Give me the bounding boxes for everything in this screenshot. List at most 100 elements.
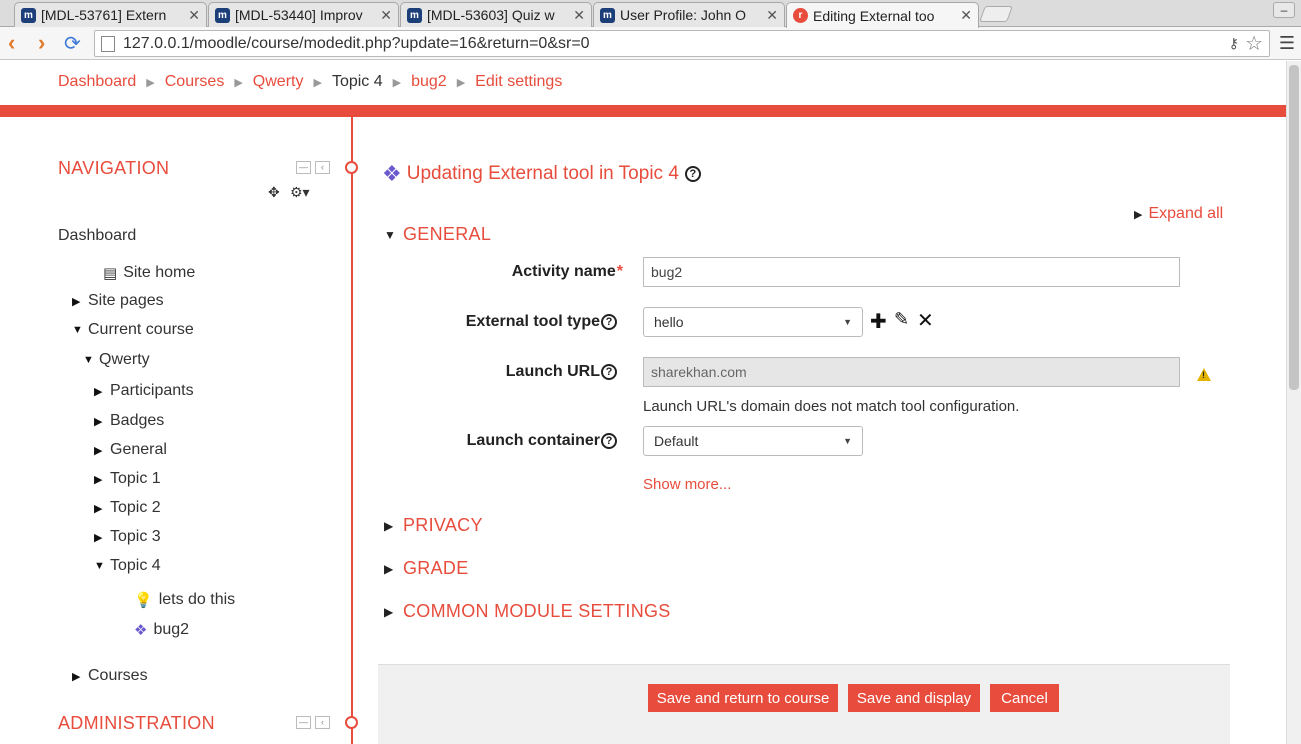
- window-minimize-button[interactable]: –: [1273, 2, 1295, 18]
- breadcrumb-qwerty[interactable]: Qwerty: [253, 73, 304, 91]
- page-title: ❖ Updating External tool in Topic 4 ?: [382, 161, 701, 187]
- scrollbar-thumb[interactable]: [1289, 65, 1299, 390]
- close-icon[interactable]: ✕: [960, 7, 972, 24]
- browser-tab-5[interactable]: r Editing External too ✕: [786, 2, 979, 28]
- nav-item-general[interactable]: ▶ General: [94, 441, 167, 459]
- nav-label: Dashboard: [58, 227, 137, 244]
- nav-item-current-course[interactable]: ▼ Current course: [72, 321, 194, 339]
- close-icon[interactable]: ✕: [573, 7, 585, 24]
- block-collapse-icon[interactable]: ‹: [315, 161, 330, 174]
- close-icon[interactable]: ✕: [766, 7, 778, 24]
- header-accent-bar: [0, 105, 1286, 117]
- nav-item-badges[interactable]: ▶ Badges: [94, 412, 164, 430]
- collapse-arrow-icon: ▼: [83, 354, 94, 366]
- nav-label: Current course: [88, 321, 194, 338]
- section-grade-header[interactable]: ▶ GRADE: [384, 558, 469, 579]
- breadcrumb-separator-icon: ▶: [392, 76, 402, 89]
- edit-pencil-icon[interactable]: ✎: [894, 309, 909, 330]
- breadcrumb-bug2[interactable]: bug2: [411, 73, 447, 91]
- nav-label: Badges: [110, 412, 165, 429]
- help-icon[interactable]: ?: [601, 314, 617, 330]
- expand-all-link[interactable]: ▶ Expand all: [1134, 205, 1223, 223]
- nav-item-site-home[interactable]: ▤ Site home: [103, 264, 195, 282]
- new-tab-button[interactable]: [979, 6, 1013, 22]
- nav-item-lets-do-this[interactable]: 💡 lets do this: [134, 591, 235, 609]
- page-content: Dashboard ▶ Courses ▶ Qwerty ▶ Topic 4 ▶…: [0, 61, 1286, 744]
- expand-arrow-icon: ▶: [94, 531, 103, 544]
- key-icon[interactable]: ⚷: [1229, 35, 1239, 52]
- reload-icon[interactable]: ⟳: [64, 31, 81, 56]
- external-tool-type-select[interactable]: hello ▼: [643, 307, 863, 337]
- launch-url-input[interactable]: sharekhan.com: [643, 357, 1180, 387]
- page-scrollbar[interactable]: [1286, 61, 1301, 744]
- block-collapse-icon[interactable]: ‹: [315, 716, 330, 729]
- add-icon[interactable]: ✚: [870, 309, 887, 334]
- nav-item-topic4[interactable]: ▼ Topic 4: [94, 557, 161, 575]
- nav-label: Topic 2: [110, 499, 161, 516]
- section-general-header[interactable]: ▼ GENERAL: [384, 224, 491, 245]
- cancel-button[interactable]: Cancel: [990, 684, 1059, 712]
- block-dock-icon[interactable]: —: [296, 161, 311, 174]
- nav-label: Qwerty: [99, 351, 150, 368]
- block-dock-icon[interactable]: —: [296, 716, 311, 729]
- launch-container-select[interactable]: Default ▼: [643, 426, 863, 456]
- browser-tab-1[interactable]: m [MDL-53761] Extern ✕: [14, 2, 207, 27]
- breadcrumb-dashboard[interactable]: Dashboard: [58, 73, 136, 91]
- section-common-module-settings-header[interactable]: ▶ COMMON MODULE SETTINGS: [384, 601, 671, 622]
- save-and-return-button[interactable]: Save and return to course: [648, 684, 838, 712]
- launch-url-label: Launch URL: [400, 360, 600, 384]
- show-more-link[interactable]: Show more...: [643, 476, 731, 493]
- nav-item-topic3[interactable]: ▶ Topic 3: [94, 528, 161, 546]
- url-text[interactable]: 127.0.0.1/moodle/course/modedit.php?upda…: [123, 35, 1229, 53]
- expand-arrow-icon: ▶: [384, 604, 394, 619]
- input-value: bug2: [651, 264, 683, 280]
- gear-icon[interactable]: ⚙▾: [290, 184, 310, 201]
- section-privacy-header[interactable]: ▶ PRIVACY: [384, 515, 483, 536]
- activity-name-input[interactable]: bug2: [643, 257, 1180, 287]
- chevron-down-icon: ▼: [843, 436, 852, 446]
- nav-label: lets do this: [158, 591, 236, 608]
- breadcrumb-courses[interactable]: Courses: [165, 73, 225, 91]
- nav-item-bug2[interactable]: ❖ bug2: [134, 621, 189, 639]
- label-text: External tool type: [465, 313, 600, 330]
- external-tool-cubes-icon: ❖: [382, 161, 402, 186]
- close-icon[interactable]: ✕: [380, 7, 392, 24]
- browser-tab-2[interactable]: m [MDL-53440] Improv ✕: [208, 2, 399, 27]
- nav-item-qwerty[interactable]: ▼ Qwerty: [83, 351, 150, 369]
- bookmark-star-icon[interactable]: ☆: [1245, 31, 1263, 56]
- breadcrumb-edit-settings[interactable]: Edit settings: [475, 73, 562, 91]
- address-bar[interactable]: 127.0.0.1/moodle/course/modedit.php?upda…: [94, 30, 1270, 57]
- nav-item-site-pages[interactable]: ▶ Site pages: [72, 292, 164, 310]
- help-icon[interactable]: ?: [601, 364, 617, 380]
- external-tool-cubes-icon: ❖: [134, 622, 148, 639]
- delete-x-icon[interactable]: ✕: [917, 308, 934, 333]
- forward-icon[interactable]: ›: [38, 31, 45, 55]
- nav-item-topic1[interactable]: ▶ Topic 1: [94, 470, 161, 488]
- help-icon[interactable]: ?: [601, 433, 617, 449]
- section-label: COMMON MODULE SETTINGS: [403, 601, 671, 621]
- breadcrumb-separator-icon: ▶: [146, 76, 155, 89]
- back-icon[interactable]: ‹: [8, 31, 15, 55]
- hamburger-menu-icon[interactable]: ☰: [1279, 33, 1295, 54]
- select-value: Default: [654, 433, 699, 449]
- save-and-display-button[interactable]: Save and display: [848, 684, 980, 712]
- close-icon[interactable]: ✕: [188, 7, 200, 24]
- activity-name-label: Activity name *: [430, 260, 623, 284]
- browser-tab-3[interactable]: m [MDL-53603] Quiz w ✕: [400, 2, 592, 27]
- expand-arrow-icon: ▶: [94, 473, 103, 486]
- tab-title: User Profile: John O: [620, 7, 747, 23]
- nav-item-courses[interactable]: ▶ Courses: [72, 667, 148, 685]
- nav-item-topic2[interactable]: ▶ Topic 2: [94, 499, 161, 517]
- browser-tab-4[interactable]: m User Profile: John O ✕: [593, 2, 785, 27]
- nav-item-dashboard[interactable]: Dashboard: [58, 227, 136, 245]
- tab-title: [MDL-53603] Quiz w: [427, 7, 555, 23]
- expand-arrow-icon: ▶: [72, 670, 81, 683]
- administration-block-title: ADMINISTRATION: [58, 713, 215, 733]
- input-value: sharekhan.com: [651, 364, 747, 380]
- external-tool-type-label: External tool type: [400, 310, 600, 334]
- move-icon[interactable]: ✥: [268, 184, 280, 201]
- nav-item-participants[interactable]: ▶ Participants: [94, 382, 194, 400]
- warning-icon: !: [1197, 368, 1211, 381]
- help-icon[interactable]: ?: [684, 166, 701, 182]
- expand-all-label: Expand all: [1148, 205, 1224, 222]
